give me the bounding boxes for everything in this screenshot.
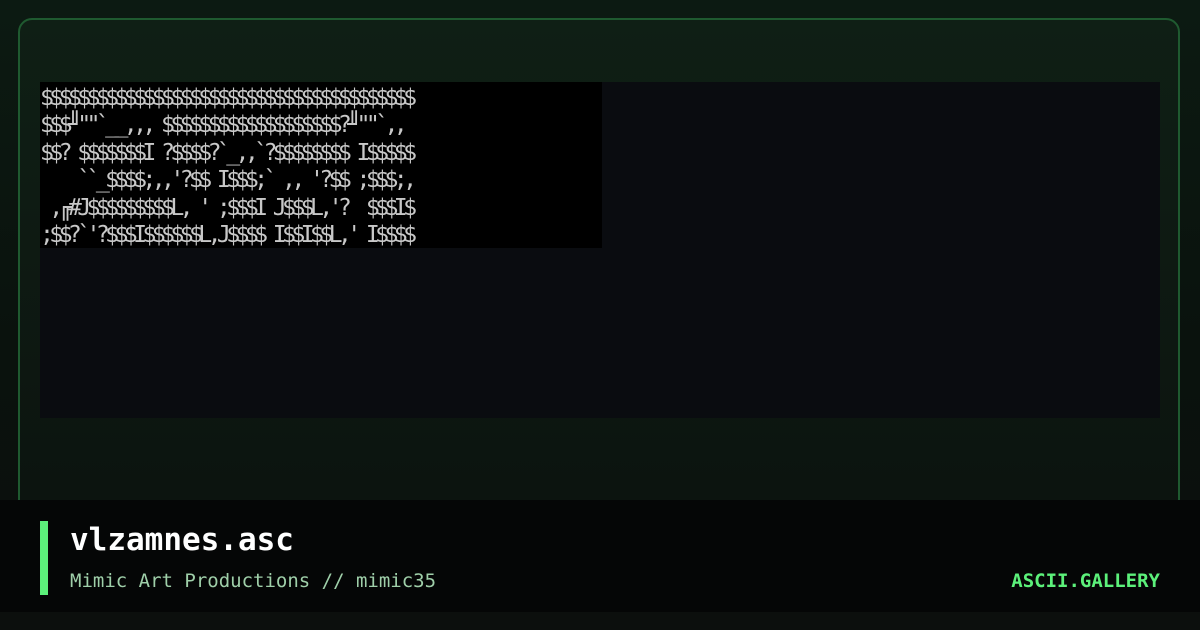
og-card: $$$$$$$$$$$$$$$$$$$$$$$$$$$$$$$$$$$$$$$$… bbox=[0, 0, 1200, 630]
ascii-line: ``_$$$$;,,'?$$ I$$$;` ,, '?$$ ;$$$;, bbox=[40, 166, 417, 194]
ascii-line: ;$$?`'?$$$I$$$$$$L,J$$$$ I$$I$$L,' I$$$$ bbox=[40, 221, 417, 248]
ascii-line: $$$╜""`__,,, $$$$$$$$$$$$$$$$$$$?╜""`,, bbox=[40, 111, 408, 139]
ascii-art: $$$$$$$$$$$$$$$$$$$$$$$$$$$$$$$$$$$$$$$$… bbox=[40, 82, 602, 248]
accent-bar bbox=[40, 521, 48, 595]
ascii-line: $$? $$$$$$$I ?$$$$?`_,,`?$$$$$$$$ I$$$$$ bbox=[40, 138, 417, 166]
ascii-art-block: $$$$$$$$$$$$$$$$$$$$$$$$$$$$$$$$$$$$$$$$… bbox=[40, 82, 602, 248]
ascii-line: $$$$$$$$$$$$$$$$$$$$$$$$$$$$$$$$$$$$$$$$ bbox=[40, 84, 417, 111]
artwork-credit: Mimic Art Productions // mimic35 bbox=[70, 570, 437, 592]
artwork-title: vlzamnes.asc bbox=[70, 522, 294, 558]
ascii-line: ,╓#J$$$$$$$$$L, ' ;$$$I J$$$L,'? $$$I$ bbox=[40, 193, 417, 221]
footer-bar: vlzamnes.asc Mimic Art Productions // mi… bbox=[0, 500, 1200, 612]
site-brand: ASCII.GALLERY bbox=[1011, 570, 1160, 592]
